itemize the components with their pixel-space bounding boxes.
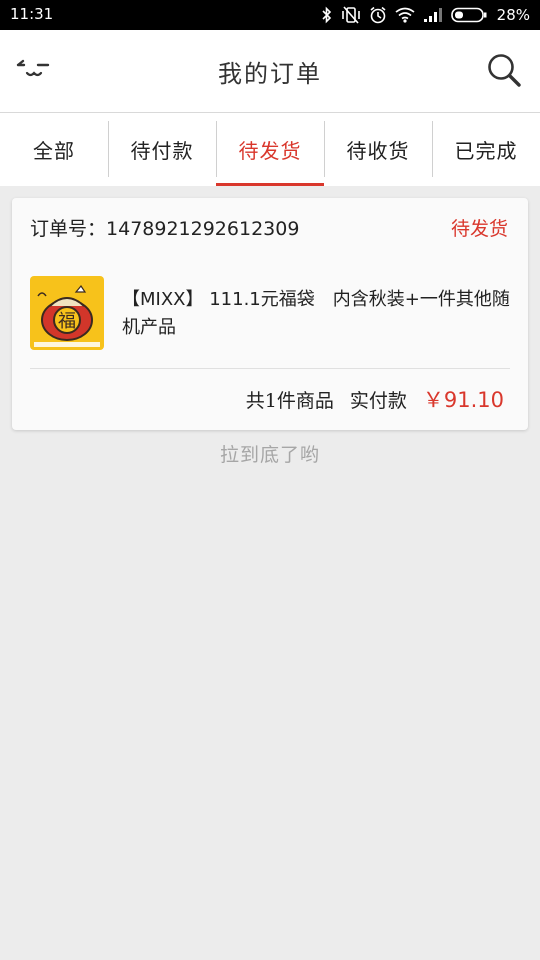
item-count: 共1件商品 — [245, 390, 334, 412]
order-status: 待发货 — [450, 218, 508, 240]
wifi-icon — [395, 7, 415, 23]
order-summary: 共1件商品 实付款 ￥91.10 — [246, 384, 504, 414]
product-name[interactable]: 【MIXX】 111.1元福袋 内含秋装+一件其他随机产品 — [122, 286, 512, 342]
card-divider — [30, 368, 510, 369]
order-card[interactable]: 订单号：1478921292612309 待发货 福 【MIXX】 111.1元… — [12, 198, 528, 430]
status-bar: 11:31 28% — [0, 0, 540, 30]
bluetooth-icon — [321, 6, 333, 24]
order-number: 订单号：1478921292612309 — [30, 214, 299, 241]
page-title: 我的订单 — [218, 60, 322, 88]
battery-percent: 28% — [496, 6, 530, 24]
search-icon — [486, 52, 522, 92]
search-button[interactable] — [482, 50, 526, 94]
alarm-icon — [369, 6, 387, 24]
tab-pending-receipt[interactable]: 待收货 — [324, 113, 432, 186]
tab-completed[interactable]: 已完成 — [432, 113, 540, 186]
order-tabs: 全部 待付款 待发货 待收货 已完成 — [0, 113, 540, 186]
tab-pending-shipment[interactable]: 待发货 — [216, 113, 324, 186]
product-thumb-char: 福 — [58, 311, 76, 332]
end-of-list-hint: 拉到底了哟 — [219, 444, 320, 466]
order-number-value: 1478921292612309 — [106, 218, 300, 240]
product-thumbnail[interactable]: 福 — [30, 276, 104, 350]
status-icons: 28% — [321, 3, 530, 27]
battery-icon — [450, 7, 487, 23]
order-number-label: 订单号： — [30, 218, 107, 240]
signal-icon — [423, 7, 443, 23]
header: 我的订单 — [0, 30, 540, 113]
vibrate-off-icon — [341, 6, 361, 24]
tab-pending-payment[interactable]: 待付款 — [108, 113, 216, 186]
paid-label: 实付款 — [349, 390, 407, 412]
paid-amount: ￥91.10 — [422, 388, 504, 412]
status-time: 11:31 — [10, 5, 54, 23]
tab-all[interactable]: 全部 — [0, 113, 108, 186]
